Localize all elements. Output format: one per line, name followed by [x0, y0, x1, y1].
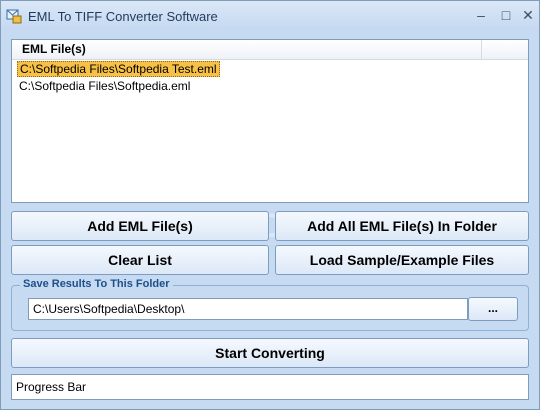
maximize-button[interactable]: □ — [498, 7, 514, 23]
add-folder-button[interactable]: Add All EML File(s) In Folder — [275, 211, 529, 241]
add-eml-files-button[interactable]: Add EML File(s) — [11, 211, 269, 241]
list-body: C:\Softpedia Files\Softpedia Test.eml C:… — [12, 60, 528, 94]
title-bar[interactable]: EML To TIFF Converter Software – □ ✕ — [1, 1, 539, 31]
save-results-label: Save Results To This Folder — [20, 278, 173, 290]
output-folder-input[interactable] — [28, 298, 468, 320]
list-header: EML File(s) — [12, 40, 528, 60]
browse-folder-button[interactable]: ... — [468, 297, 518, 321]
close-button[interactable]: ✕ — [520, 7, 536, 23]
save-results-group: Save Results To This Folder ... — [11, 278, 529, 331]
list-item-path: C:\Softpedia Files\Softpedia Test.eml — [17, 61, 220, 77]
start-converting-button[interactable]: Start Converting — [11, 338, 529, 368]
eml-file-list[interactable]: EML File(s) C:\Softpedia Files\Softpedia… — [11, 39, 529, 203]
app-icon — [6, 9, 22, 24]
clear-list-button[interactable]: Clear List — [11, 245, 269, 275]
app-window: EML To TIFF Converter Software – □ ✕ EML… — [0, 0, 540, 410]
progress-bar: Progress Bar — [11, 374, 529, 400]
column-header-eml-files[interactable]: EML File(s) — [12, 40, 482, 59]
list-item[interactable]: C:\Softpedia Files\Softpedia.eml — [12, 78, 528, 94]
load-sample-files-button[interactable]: Load Sample/Example Files — [275, 245, 529, 275]
window-title: EML To TIFF Converter Software — [28, 9, 218, 24]
progress-bar-label: Progress Bar — [16, 380, 87, 394]
list-item-path: C:\Softpedia Files\Softpedia.eml — [19, 79, 191, 93]
list-item[interactable]: C:\Softpedia Files\Softpedia Test.eml — [12, 61, 528, 77]
minimize-button[interactable]: – — [473, 7, 489, 23]
